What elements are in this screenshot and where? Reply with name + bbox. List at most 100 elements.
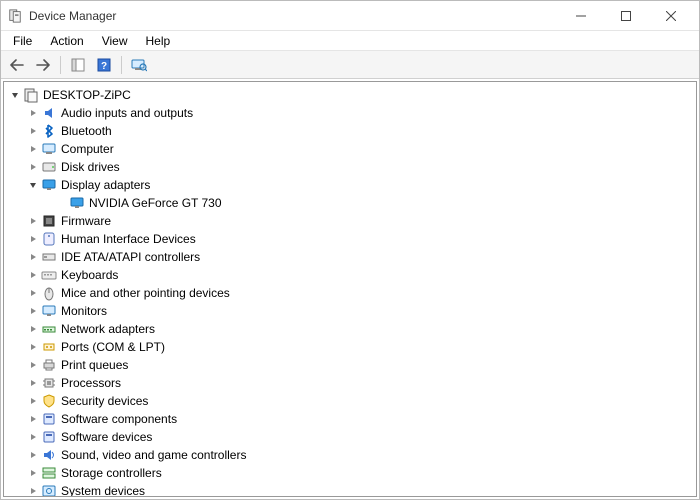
tree-item-human-interface-devices[interactable]: Human Interface Devices: [4, 230, 696, 248]
tree-item-label: System devices: [59, 484, 145, 497]
printer-icon: [41, 357, 57, 373]
chevron-right-icon[interactable]: [26, 376, 40, 390]
chevron-right-icon[interactable]: [26, 106, 40, 120]
toolbar-separator: [60, 56, 61, 74]
help-button[interactable]: ?: [92, 54, 116, 76]
chevron-right-icon[interactable]: [26, 160, 40, 174]
forward-button[interactable]: [31, 54, 55, 76]
chevron-down-icon[interactable]: [26, 178, 40, 192]
chevron-right-icon[interactable]: [26, 448, 40, 462]
chevron-right-icon[interactable]: [26, 394, 40, 408]
toolbar: ?: [1, 51, 699, 79]
minimize-button[interactable]: [558, 2, 603, 30]
display-icon: [41, 177, 57, 193]
tree-item-computer[interactable]: Computer: [4, 140, 696, 158]
software-icon: [41, 411, 57, 427]
tree-item-label: Ports (COM & LPT): [59, 340, 165, 354]
bluetooth-icon: [41, 123, 57, 139]
tree-item-keyboards[interactable]: Keyboards: [4, 266, 696, 284]
tree-item-mice-and-other-pointing-devices[interactable]: Mice and other pointing devices: [4, 284, 696, 302]
tree-item-display-adapters[interactable]: Display adapters: [4, 176, 696, 194]
system-icon: [41, 483, 57, 497]
menu-help[interactable]: Help: [138, 32, 179, 50]
tree-item-audio-inputs-and-outputs[interactable]: Audio inputs and outputs: [4, 104, 696, 122]
chevron-right-icon[interactable]: [26, 250, 40, 264]
cpu-icon: [41, 375, 57, 391]
tree-item-label: Processors: [59, 376, 121, 390]
show-hide-console-tree-button[interactable]: [66, 54, 90, 76]
expander-spacer: [54, 196, 68, 210]
tree-item-firmware[interactable]: Firmware: [4, 212, 696, 230]
chevron-right-icon[interactable]: [26, 268, 40, 282]
disk-icon: [41, 159, 57, 175]
menu-bar: File Action View Help: [1, 31, 699, 51]
display-icon: [69, 195, 85, 211]
firmware-icon: [41, 213, 57, 229]
tree-item-label: Mice and other pointing devices: [59, 286, 230, 300]
chevron-right-icon[interactable]: [26, 412, 40, 426]
tree-item-bluetooth[interactable]: Bluetooth: [4, 122, 696, 140]
chevron-right-icon[interactable]: [26, 340, 40, 354]
chevron-right-icon[interactable]: [26, 124, 40, 138]
tree-item-ide-ata-atapi-controllers[interactable]: IDE ATA/ATAPI controllers: [4, 248, 696, 266]
tree-item-label: DESKTOP-ZiPC: [41, 88, 131, 102]
tree-item-disk-drives[interactable]: Disk drives: [4, 158, 696, 176]
toolbar-separator: [121, 56, 122, 74]
chevron-right-icon[interactable]: [26, 484, 40, 497]
security-icon: [41, 393, 57, 409]
tree-item-label: Keyboards: [59, 268, 118, 282]
tree-item-sound-video-and-game-controllers[interactable]: Sound, video and game controllers: [4, 446, 696, 464]
tree-item-print-queues[interactable]: Print queues: [4, 356, 696, 374]
root-icon: [23, 87, 39, 103]
chevron-right-icon[interactable]: [26, 286, 40, 300]
tree-item-desktop-zipc[interactable]: DESKTOP-ZiPC: [4, 86, 696, 104]
tree-item-label: Display adapters: [59, 178, 150, 192]
close-button[interactable]: [648, 2, 693, 30]
tree-item-label: Network adapters: [59, 322, 155, 336]
app-icon: [7, 8, 23, 24]
tree-item-processors[interactable]: Processors: [4, 374, 696, 392]
tree-item-label: Storage controllers: [59, 466, 162, 480]
tree-item-monitors[interactable]: Monitors: [4, 302, 696, 320]
tree-item-nvidia-geforce-gt-730[interactable]: NVIDIA GeForce GT 730: [4, 194, 696, 212]
chevron-right-icon[interactable]: [26, 322, 40, 336]
tree-item-ports-com-lpt[interactable]: Ports (COM & LPT): [4, 338, 696, 356]
mouse-icon: [41, 285, 57, 301]
chevron-right-icon[interactable]: [26, 466, 40, 480]
sound-icon: [41, 447, 57, 463]
tree-item-label: Bluetooth: [59, 124, 112, 138]
hid-icon: [41, 231, 57, 247]
tree-item-software-components[interactable]: Software components: [4, 410, 696, 428]
chevron-right-icon[interactable]: [26, 430, 40, 444]
chevron-right-icon[interactable]: [26, 232, 40, 246]
tree-item-system-devices[interactable]: System devices: [4, 482, 696, 497]
tree-item-security-devices[interactable]: Security devices: [4, 392, 696, 410]
chevron-right-icon[interactable]: [26, 142, 40, 156]
menu-file[interactable]: File: [5, 32, 40, 50]
port-icon: [41, 339, 57, 355]
tree-item-label: Print queues: [59, 358, 128, 372]
tree-item-label: Firmware: [59, 214, 111, 228]
menu-action[interactable]: Action: [42, 32, 91, 50]
tree-item-software-devices[interactable]: Software devices: [4, 428, 696, 446]
tree-item-network-adapters[interactable]: Network adapters: [4, 320, 696, 338]
storage-icon: [41, 465, 57, 481]
monitor-icon: [41, 303, 57, 319]
menu-view[interactable]: View: [94, 32, 136, 50]
title-bar: Device Manager: [1, 1, 699, 31]
back-button[interactable]: [5, 54, 29, 76]
chevron-right-icon[interactable]: [26, 214, 40, 228]
device-tree-pane[interactable]: DESKTOP-ZiPC Audio inputs and outputs Blue…: [3, 81, 697, 497]
scan-hardware-button[interactable]: [127, 54, 151, 76]
maximize-button[interactable]: [603, 2, 648, 30]
chevron-right-icon[interactable]: [26, 304, 40, 318]
chevron-right-icon[interactable]: [26, 358, 40, 372]
tree-item-storage-controllers[interactable]: Storage controllers: [4, 464, 696, 482]
chevron-down-icon[interactable]: [8, 88, 22, 102]
window-title: Device Manager: [29, 9, 116, 23]
tree-item-label: Software devices: [59, 430, 152, 444]
tree-item-label: NVIDIA GeForce GT 730: [87, 196, 222, 210]
tree-item-label: Computer: [59, 142, 114, 156]
tree-item-label: Human Interface Devices: [59, 232, 196, 246]
audio-icon: [41, 105, 57, 121]
